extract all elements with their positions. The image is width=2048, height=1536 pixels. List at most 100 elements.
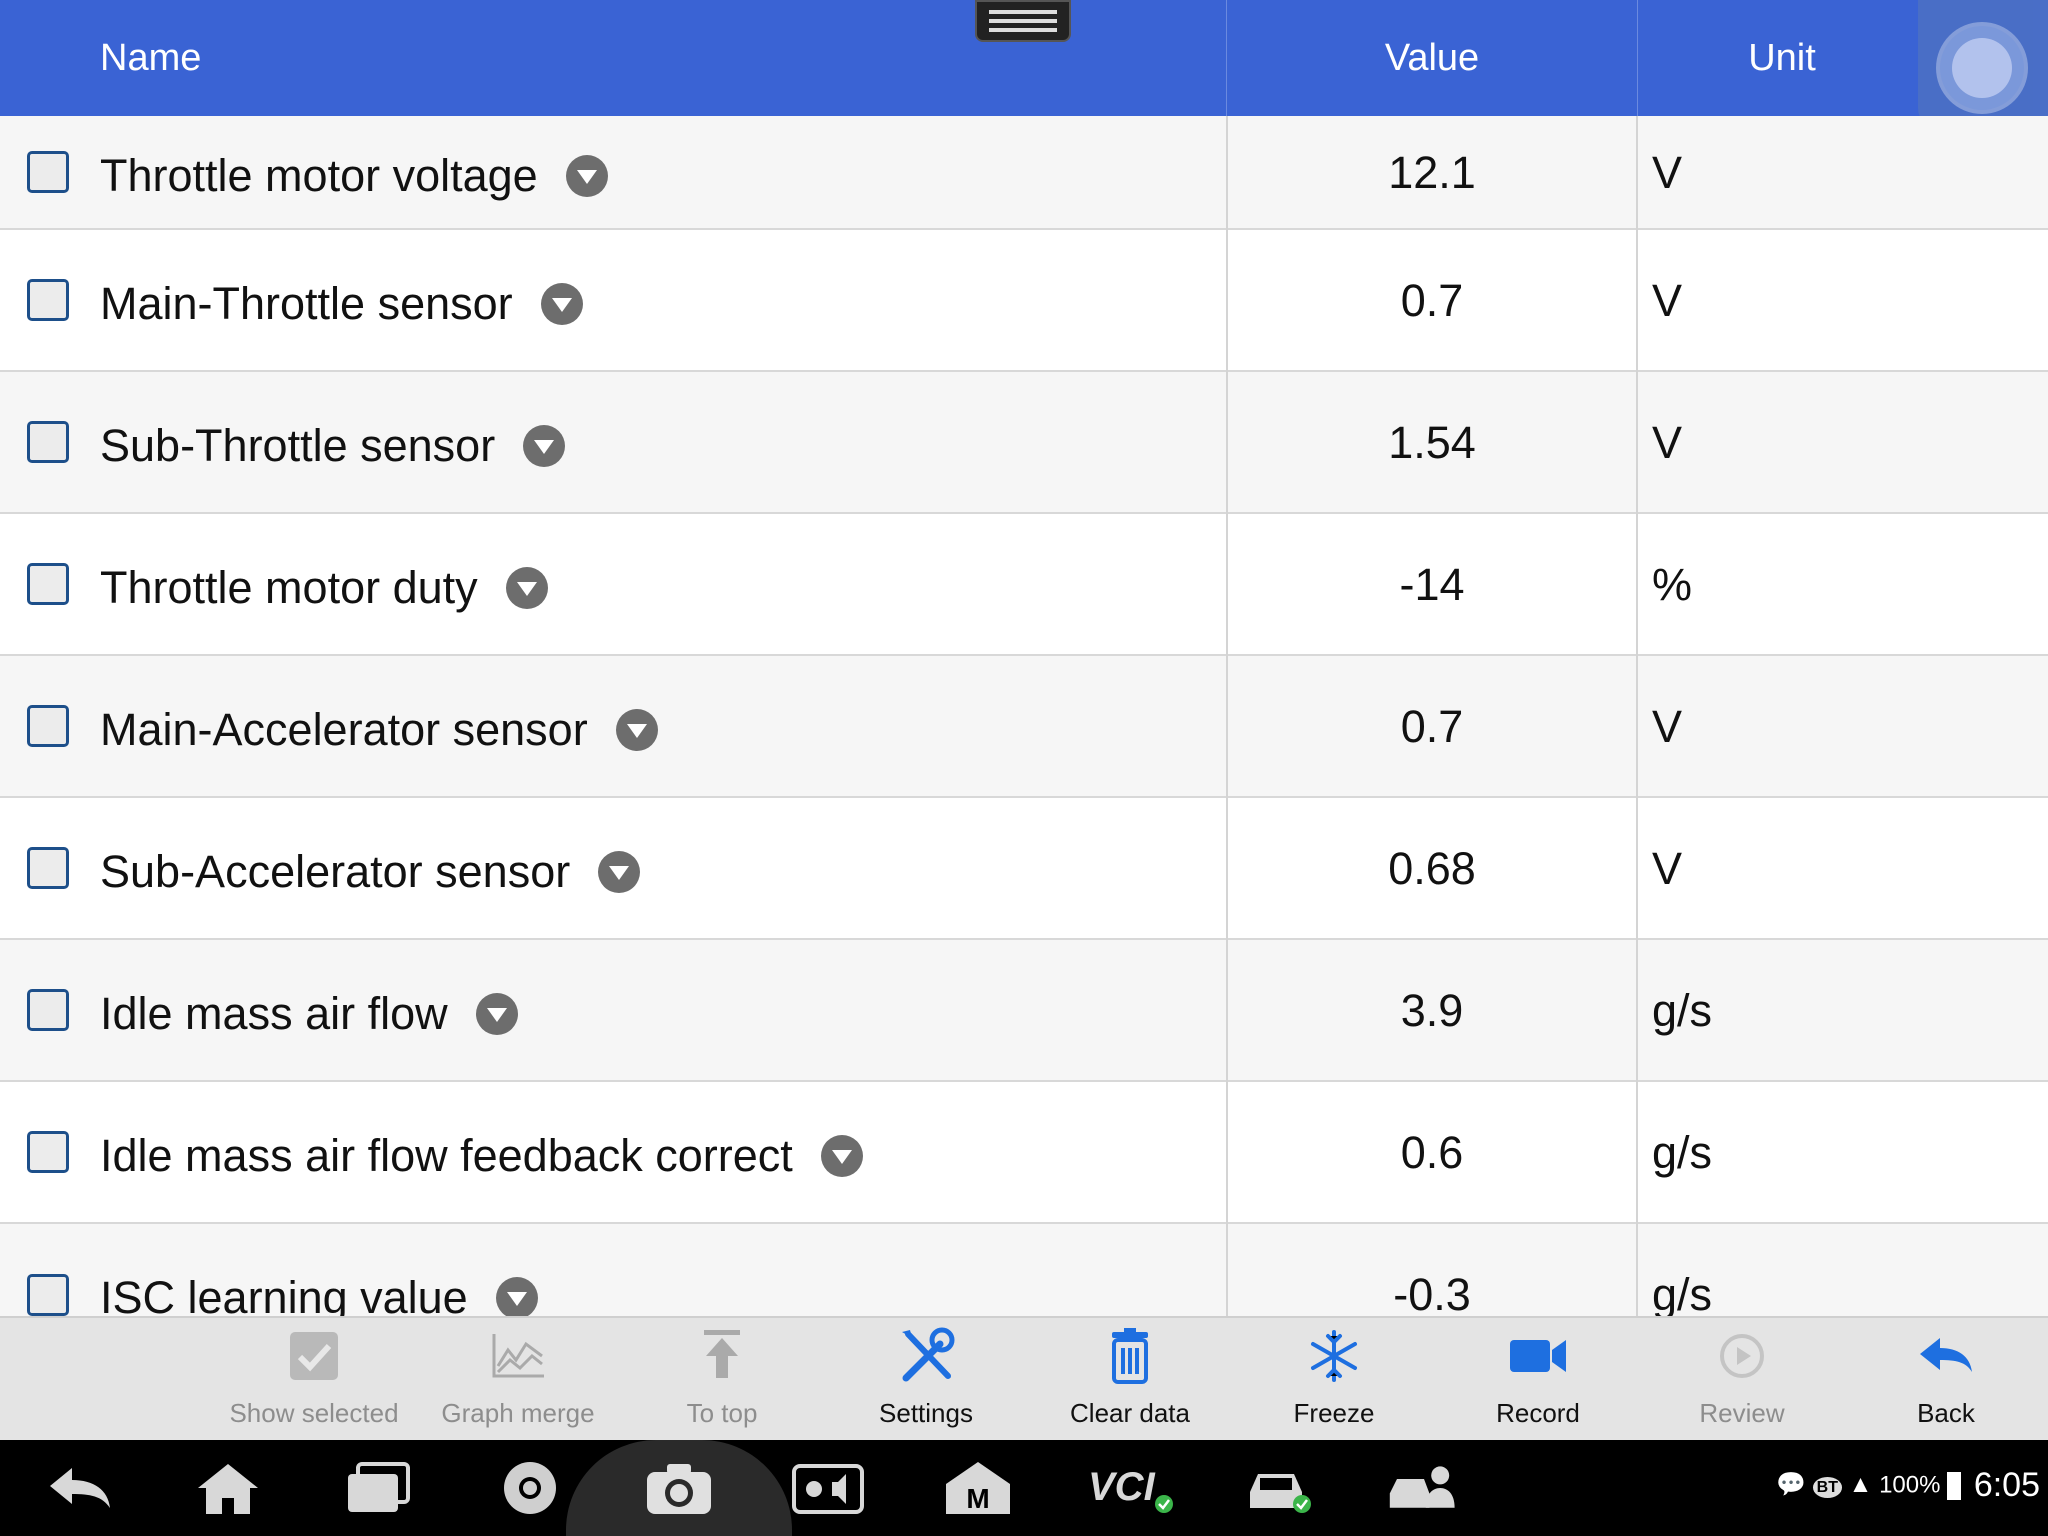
row-checkbox[interactable] — [27, 705, 69, 747]
pid-unit: V — [1652, 275, 1683, 326]
svg-text:VCI: VCI — [1088, 1465, 1156, 1509]
table-row[interactable]: Sub-Accelerator sensor 0.68 V — [0, 798, 2048, 940]
pid-unit: % — [1652, 559, 1693, 610]
freeze-button[interactable]: Freeze — [1232, 1318, 1436, 1442]
camera-icon[interactable] — [643, 1458, 715, 1518]
review-button[interactable]: Review — [1640, 1318, 1844, 1442]
vehicle-connected-icon[interactable] — [1244, 1458, 1316, 1518]
remote-expert-icon[interactable] — [1388, 1458, 1460, 1518]
table-row[interactable]: ISC learning value -0.3 g/s — [0, 1224, 2048, 1316]
recent-apps-icon[interactable] — [342, 1458, 414, 1518]
pid-value: -14 — [1399, 559, 1465, 610]
expand-arrow-icon[interactable] — [540, 283, 583, 326]
battery-icon — [1947, 1471, 1962, 1500]
expand-arrow-icon[interactable] — [820, 1135, 863, 1178]
play-circle-icon — [1720, 1334, 1764, 1378]
row-checkbox[interactable] — [27, 1274, 69, 1316]
graph-merge-button[interactable]: Graph merge — [416, 1318, 620, 1442]
live-data-table[interactable]: Throttle motor voltage 12.1 V Main-Throt… — [0, 116, 2048, 1316]
expand-arrow-icon[interactable] — [523, 425, 566, 468]
table-row[interactable]: Main-Accelerator sensor 0.7 V — [0, 656, 2048, 798]
maxifix-icon[interactable]: M — [942, 1458, 1014, 1518]
pid-unit: V — [1652, 147, 1683, 198]
expand-arrow-icon[interactable] — [505, 567, 548, 610]
bottom-toolbar: Show selected Graph merge To top Setting… — [0, 1316, 2048, 1440]
graph-merge-icon — [492, 1334, 544, 1378]
column-header-name: Name — [100, 37, 202, 79]
expand-arrow-icon[interactable] — [565, 155, 608, 198]
back-button[interactable]: Back — [1844, 1318, 2048, 1442]
battery-percent: 100% — [1879, 1471, 1941, 1499]
column-divider — [1226, 116, 1228, 1316]
settings-button[interactable]: Settings — [824, 1318, 1028, 1442]
expand-arrow-icon[interactable] — [598, 851, 641, 894]
row-checkbox[interactable] — [27, 989, 69, 1031]
vci-icon[interactable]: VCI — [1088, 1458, 1178, 1518]
to-top-button[interactable]: To top — [620, 1318, 824, 1442]
pid-value: 0.7 — [1400, 275, 1464, 326]
pid-value: 12.1 — [1388, 147, 1476, 198]
column-divider — [1636, 116, 1638, 1316]
table-row[interactable]: Throttle motor voltage 12.1 V — [0, 116, 2048, 230]
pid-unit: V — [1652, 417, 1683, 468]
show-selected-button[interactable]: Show selected — [212, 1318, 416, 1442]
svg-text:M: M — [966, 1483, 989, 1514]
table-row[interactable]: Idle mass air flow feedback correct 0.6 … — [0, 1082, 2048, 1224]
pid-unit: g/s — [1652, 985, 1713, 1036]
pid-name: Sub-Throttle sensor — [100, 372, 566, 514]
column-header-value: Value — [1384, 37, 1480, 79]
pid-name: Idle mass air flow — [100, 940, 518, 1082]
back-arrow-icon — [1920, 1338, 1972, 1372]
clock: 6:05 — [1973, 1466, 2040, 1504]
pid-unit: V — [1652, 843, 1683, 894]
clear-data-button[interactable]: Clear data — [1028, 1318, 1232, 1442]
pid-name: ISC learning value — [100, 1224, 538, 1316]
pid-unit: g/s — [1652, 1127, 1713, 1178]
pid-name: Main-Throttle sensor — [100, 230, 583, 372]
back-arrow-icon[interactable] — [44, 1458, 116, 1518]
snowflake-icon — [1311, 1330, 1357, 1382]
pid-name: Main-Accelerator sensor — [100, 656, 658, 798]
pid-value: -0.3 — [1393, 1269, 1471, 1316]
expand-arrow-icon[interactable] — [615, 709, 658, 752]
row-checkbox[interactable] — [27, 279, 69, 321]
to-top-icon — [704, 1330, 740, 1378]
chrome-icon[interactable] — [494, 1458, 566, 1518]
pid-value: 1.54 — [1388, 417, 1476, 468]
pid-unit: V — [1652, 701, 1683, 752]
pid-name: Sub-Accelerator sensor — [100, 798, 641, 940]
row-checkbox[interactable] — [27, 563, 69, 605]
brightness-volume-icon[interactable] — [792, 1458, 864, 1518]
table-row[interactable]: Sub-Throttle sensor 1.54 V — [0, 372, 2048, 514]
row-checkbox[interactable] — [27, 847, 69, 889]
table-row[interactable]: Throttle motor duty -14 % — [0, 514, 2048, 656]
record-button[interactable]: Record — [1436, 1318, 1640, 1442]
table-header: Name Value Unit — [0, 0, 2048, 130]
pid-value: 0.7 — [1400, 701, 1464, 752]
bluetooth-badge: BT — [1812, 1476, 1842, 1498]
pid-value: 0.68 — [1388, 843, 1476, 894]
expand-arrow-icon[interactable] — [475, 993, 518, 1036]
system-navigation-bar: M VCI 💬 BT ▲ 100% 6:05 — [0, 1440, 2048, 1536]
pid-unit: g/s — [1652, 1269, 1713, 1316]
row-checkbox[interactable] — [27, 151, 69, 193]
trash-icon — [1112, 1328, 1148, 1384]
table-row[interactable]: Main-Throttle sensor 0.7 V — [0, 230, 2048, 372]
pid-value: 0.6 — [1400, 1127, 1464, 1178]
pid-name: Throttle motor duty — [100, 514, 548, 656]
chat-icon: 💬 — [1776, 1470, 1806, 1498]
pid-name: Throttle motor voltage — [100, 116, 608, 244]
expand-arrow-icon[interactable] — [495, 1277, 538, 1316]
pid-value: 3.9 — [1400, 985, 1464, 1036]
assistive-touch-button[interactable] — [1918, 0, 2048, 130]
tools-wrench-screwdriver-icon — [902, 1327, 955, 1382]
home-icon[interactable] — [192, 1458, 264, 1518]
panel-drag-handle[interactable] — [975, 0, 1071, 42]
table-row[interactable]: Idle mass air flow 3.9 g/s — [0, 940, 2048, 1082]
video-camera-icon — [1510, 1340, 1566, 1372]
checkbox-checked-icon — [290, 1332, 338, 1380]
status-bar: 💬 BT ▲ 100% 6:05 — [1776, 1466, 2040, 1505]
pid-name: Idle mass air flow feedback correct — [100, 1082, 863, 1224]
row-checkbox[interactable] — [27, 421, 69, 463]
row-checkbox[interactable] — [27, 1131, 69, 1173]
